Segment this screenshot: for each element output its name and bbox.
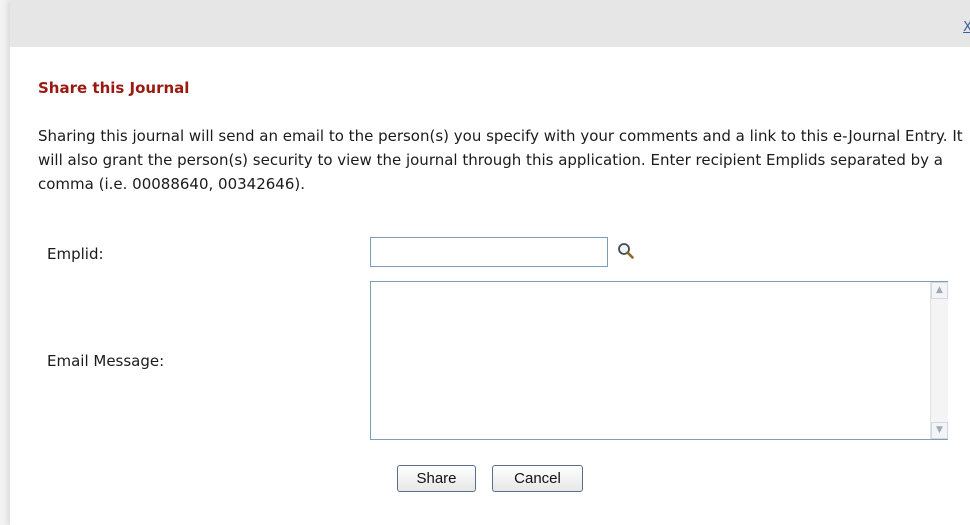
dialog-heading: Share this Journal	[38, 79, 190, 97]
message-scrollbar[interactable]: ▲ ▼	[930, 282, 948, 439]
dialog-titlebar: X	[10, 0, 970, 47]
arrow-down-icon[interactable]: ▼	[931, 422, 948, 439]
share-button[interactable]: Share	[397, 465, 476, 492]
share-journal-dialog: X Share this Journal Sharing this journa…	[10, 0, 970, 525]
email-message-label: Email Message:	[47, 352, 165, 370]
dialog-description: Sharing this journal will send an email …	[38, 127, 963, 193]
cancel-button[interactable]: Cancel	[492, 465, 583, 492]
emplid-input[interactable]	[370, 237, 608, 267]
emplid-label: Emplid:	[47, 245, 104, 263]
arrow-up-icon[interactable]: ▲	[931, 282, 948, 299]
close-link[interactable]: X	[963, 20, 970, 35]
email-message-textarea[interactable]	[370, 281, 948, 440]
search-icon[interactable]	[617, 242, 635, 260]
